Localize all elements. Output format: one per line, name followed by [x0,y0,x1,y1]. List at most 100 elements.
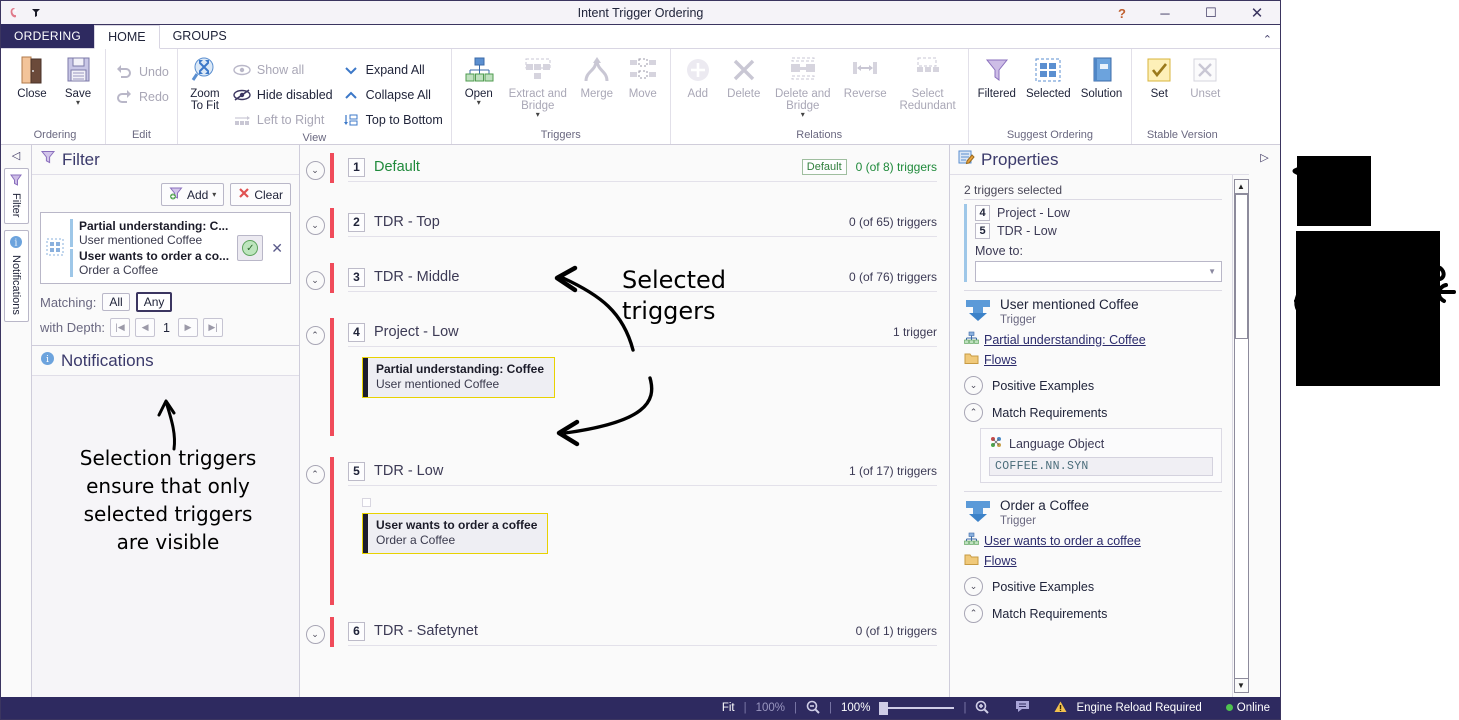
hide-disabled-button[interactable]: Hide disabled [229,83,336,107]
reverse-button[interactable]: Reverse [840,52,891,102]
trigger-detail-flows-label[interactable]: Flows [984,353,1017,367]
group-header[interactable]: 6 TDR - Safetynet 0 (of 1) triggers [348,617,937,646]
collapse-left-icon[interactable]: ◁ [12,149,20,162]
group-collapse-toggle[interactable]: ⌄ [300,617,330,644]
filter-remove-icon[interactable]: ✕ [269,240,285,257]
collapse-all-button[interactable]: Collapse All [338,83,446,107]
status-warning-text[interactable]: Engine Reload Required [1076,702,1201,714]
delete-relation-button[interactable]: Delete [722,52,766,102]
suggest-filtered-button[interactable]: Filtered [974,52,1020,102]
quick-access-toolbar[interactable] [1,6,43,20]
trigger-detail-link[interactable]: User wants to order a coffee [984,534,1141,548]
group-header[interactable]: 2 TDR - Top 0 (of 65) triggers [348,208,937,237]
group-collapse-toggle[interactable]: ⌄ [300,208,330,235]
filter-item[interactable]: Partial understanding: C... User mention… [70,218,232,248]
scroll-down-arrow-icon[interactable]: ▼ [1233,678,1249,693]
scrollbar-thumb[interactable] [1235,194,1248,339]
depth-next-button[interactable]: ▶ [178,318,198,337]
move-to-combobox[interactable]: ▼ [975,261,1222,282]
trigger-section-match-requirements[interactable]: ⌃ Match Requirements [964,403,1222,422]
suggest-solution-button[interactable]: Solution [1077,52,1127,102]
undo-button[interactable]: Undo [111,60,172,84]
chevron-down-icon[interactable]: ⌄ [964,376,983,395]
trigger-card[interactable]: Partial understanding: Coffee User menti… [362,357,556,398]
trigger-card[interactable]: User wants to order a coffee Order a Cof… [362,513,549,554]
tab-home[interactable]: HOME [94,25,160,49]
group-collapse-toggle[interactable]: ⌄ [300,263,330,290]
set-stable-button[interactable]: Set [1137,52,1181,102]
rail-tab-filter[interactable]: Filter [3,168,29,225]
maximize-button[interactable]: ☐ [1188,1,1234,25]
trigger-section-positive-examples[interactable]: ⌄ Positive Examples [964,376,1222,395]
trigger-detail-link-row[interactable]: Partial understanding: Coffee [964,331,1222,348]
properties-vertical-scrollbar[interactable]: ▲ ▼ [1232,175,1249,697]
hidden-trigger-placeholder[interactable] [362,498,371,507]
zoom-to-fit-button[interactable]: Zoom To Fit [183,52,227,114]
comment-icon[interactable] [1015,700,1030,716]
trigger-section-match-requirements[interactable]: ⌃ Match Requirements [964,604,1222,623]
trigger-detail-flows-label[interactable]: Flows [984,554,1017,568]
depth-first-button[interactable]: |◀ [110,318,131,337]
scrollbar-track[interactable] [1234,194,1249,678]
zoom-in-icon[interactable] [975,700,990,717]
filter-add-caret-icon[interactable]: ▾ [212,190,216,198]
trigger-detail-link-row[interactable]: User wants to order a coffee [964,532,1222,549]
show-all-button[interactable]: Show all [229,58,336,82]
add-relation-button[interactable]: Add [676,52,720,102]
expand-all-button[interactable]: Expand All [338,58,446,82]
matching-option-any[interactable]: Any [135,292,173,312]
zoom-slider-track[interactable] [888,707,955,709]
minimize-button[interactable]: ─ [1142,1,1188,25]
save-dropdown-caret-icon[interactable]: ▾ [76,99,80,107]
close-button[interactable]: ✕ [1234,1,1280,25]
chevron-up-icon[interactable]: ⌃ [964,604,983,623]
chevron-down-icon[interactable]: ▼ [1208,267,1216,276]
customize-qat-icon[interactable] [29,6,43,20]
filter-enabled-toggle[interactable]: ✓ [237,235,264,261]
matching-option-all[interactable]: All [102,293,130,311]
group-collapse-toggle[interactable]: ⌄ [300,153,330,180]
filter-add-button[interactable]: Add ▾ [160,183,225,206]
chevron-up-icon[interactable]: ⌃ [305,326,325,345]
group-collapse-toggle[interactable]: ⌃ [300,457,330,484]
suggest-selected-button[interactable]: Selected [1022,52,1075,102]
filter-clear-button[interactable]: Clear [230,183,291,206]
chevron-up-icon[interactable]: ⌃ [964,403,983,422]
zoom-out-icon[interactable] [806,700,820,717]
left-to-right-button[interactable]: Left to Right [229,108,336,132]
close-ordering-button[interactable]: Close [10,52,54,102]
extract-dropdown-caret-icon[interactable]: ▾ [536,111,540,119]
ribbon-collapse-icon[interactable]: ⌃ [1263,33,1272,46]
group-row[interactable]: ⌄ 2 TDR - Top 0 (of 65) triggers [300,208,949,238]
tab-groups[interactable]: GROUPS [160,24,240,48]
filter-item[interactable]: User wants to order a co... Order a Coff… [70,248,232,278]
trigger-detail-flows-row[interactable]: Flows [964,352,1222,368]
depth-last-button[interactable]: ▶| [203,318,223,337]
trigger-section-positive-examples[interactable]: ⌄ Positive Examples [964,577,1222,596]
status-fit-label[interactable]: Fit [722,702,735,714]
rail-tab-notifications[interactable]: i Notifications [3,230,29,323]
group-row[interactable]: ⌄ 6 TDR - Safetynet 0 (of 1) triggers [300,617,949,647]
move-button[interactable]: Move [621,52,665,102]
trigger-detail-flows-row[interactable]: Flows [964,553,1222,569]
tab-ordering[interactable]: ORDERING [1,24,95,48]
trigger-detail-link[interactable]: Partial understanding: Coffee [984,333,1146,347]
chevron-down-icon[interactable]: ⌄ [305,625,325,644]
group-header[interactable]: 5 TDR - Low 1 (of 17) triggers [348,457,937,486]
zoom-slider[interactable] [879,701,955,715]
open-dropdown-caret-icon[interactable]: ▾ [477,99,481,107]
chevron-down-icon[interactable]: ⌄ [305,216,325,235]
chevron-down-icon[interactable]: ⌄ [964,577,983,596]
zoom-slider-thumb[interactable] [879,701,889,715]
group-row[interactable]: ⌄ 1 Default Default 0 (of 8) triggers [300,153,949,183]
save-button[interactable]: Save ▾ [56,52,100,108]
unset-stable-button[interactable]: Unset [1183,52,1227,102]
extract-and-bridge-button[interactable]: Extract and Bridge ▾ [503,52,573,120]
redo-button[interactable]: Redo [111,85,172,109]
trigger-ordering-canvas[interactable]: ⌄ 1 Default Default 0 (of 8) triggers ⌄ [300,145,949,697]
chevron-down-icon[interactable]: ⌄ [305,271,325,290]
group-collapse-toggle[interactable]: ⌃ [300,318,330,345]
chevron-down-icon[interactable]: ⌄ [305,161,325,180]
merge-button[interactable]: Merge [575,52,619,102]
chevron-up-icon[interactable]: ⌃ [305,465,325,484]
